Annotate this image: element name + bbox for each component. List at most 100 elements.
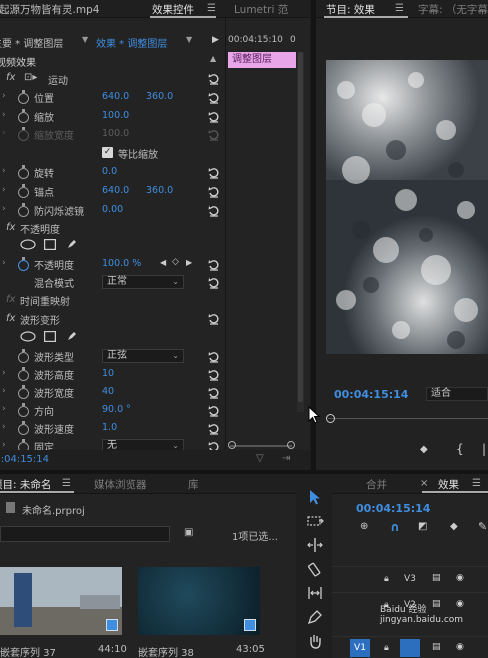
wave-speed-value[interactable]: 1.0 — [102, 422, 117, 433]
program-tab-menu-icon[interactable]: ☰ — [395, 3, 404, 14]
direction-value[interactable]: 90.0 ° — [102, 404, 131, 415]
tab-program[interactable]: 节目: 效果 — [326, 2, 375, 17]
uniform-scale-checkbox[interactable]: ✓ — [102, 147, 113, 158]
blend-mode-reset-icon[interactable] — [208, 277, 220, 289]
tab-effect-sequence[interactable]: 效果 — [438, 477, 459, 492]
tab-source[interactable]: 源：起源万物皆有灵.mp4 — [0, 2, 99, 17]
ellipse-mask-icon[interactable] — [20, 239, 36, 250]
track-lock-icon[interactable]: 🔒︎ — [384, 574, 389, 584]
opacity-expand-icon[interactable]: › — [2, 258, 6, 268]
fx-badge-motion[interactable]: fx — [6, 72, 15, 83]
timeline-timecode[interactable]: 00:04:15:14 — [356, 502, 430, 515]
rotation-stopwatch-icon[interactable] — [18, 165, 29, 179]
rotation-reset-icon[interactable] — [208, 167, 220, 179]
selection-tool-icon[interactable] — [306, 488, 324, 506]
anchor-stopwatch-icon[interactable] — [18, 184, 29, 198]
snap-icon[interactable]: ⊕ — [360, 521, 368, 532]
program-ruler[interactable] — [328, 418, 488, 419]
mini-timeline-scroll-thumb[interactable] — [298, 52, 303, 402]
wave-warp-reset-icon[interactable] — [208, 313, 220, 325]
marker-icon[interactable]: ◆ — [450, 521, 458, 532]
play-only-icon[interactable]: ▶ — [212, 35, 219, 45]
wave-type-reset-icon[interactable] — [208, 351, 220, 363]
timeline-tab-menu-icon[interactable]: ☰ — [472, 478, 481, 489]
scale-expand-icon[interactable]: › — [2, 110, 6, 120]
razor-tool-icon[interactable] — [306, 560, 324, 578]
project-tab-menu-icon[interactable]: ☰ — [62, 478, 71, 489]
motion-reset-icon[interactable] — [208, 73, 220, 85]
antiflicker-expand-icon[interactable]: › — [2, 204, 6, 214]
hand-tool-icon[interactable] — [306, 632, 324, 650]
track-eye-icon[interactable]: ◉ — [456, 642, 464, 652]
scale-stopwatch-icon[interactable] — [18, 109, 29, 123]
opacity-value[interactable]: 100.0 % — [102, 258, 141, 269]
anchor-reset-icon[interactable] — [208, 186, 220, 198]
wave-height-reset-icon[interactable] — [208, 369, 220, 381]
clip-thumbnail[interactable] — [138, 567, 260, 635]
wave-height-value[interactable]: 10 — [102, 368, 114, 379]
rotation-expand-icon[interactable]: › — [2, 166, 6, 176]
direction-stopwatch-icon[interactable] — [18, 403, 29, 417]
wrench-icon[interactable]: ✎ — [478, 520, 487, 533]
timeline-tab-close-icon[interactable]: × — [420, 478, 428, 489]
export-icon[interactable]: ⇥ — [282, 453, 290, 464]
clip-name[interactable]: 嵌套序列 37 — [0, 644, 56, 658]
pen-tool-icon[interactable] — [306, 608, 324, 626]
position-stopwatch-icon[interactable] — [18, 90, 29, 104]
mark-in-icon[interactable]: { — [456, 442, 464, 456]
wave-speed-reset-icon[interactable] — [208, 423, 220, 435]
wave-ellipse-mask-icon[interactable] — [20, 331, 36, 342]
zoom-handle-right[interactable] — [287, 441, 295, 449]
slip-tool-icon[interactable] — [306, 584, 324, 602]
prev-keyframe-icon[interactable]: ◀ — [160, 258, 166, 267]
antiflicker-stopwatch-icon[interactable] — [18, 203, 29, 217]
program-playhead[interactable] — [326, 414, 335, 423]
pen-mask-icon[interactable] — [66, 238, 78, 250]
opacity-stopwatch-icon[interactable] — [18, 257, 29, 271]
wave-pen-mask-icon[interactable] — [66, 330, 78, 342]
tab-project[interactable]: 项目: 未命名 — [0, 477, 51, 492]
position-y-value[interactable]: 360.0 — [146, 91, 173, 102]
direction-reset-icon[interactable] — [208, 405, 220, 417]
zoom-handle-left[interactable] — [228, 441, 236, 449]
tab-menu-icon[interactable]: ☰ — [207, 3, 216, 14]
fx-badge-wave-warp[interactable]: fx — [6, 313, 15, 324]
scale-value[interactable]: 100.0 — [102, 110, 129, 121]
effect-controls-timecode[interactable]: 00:04:15:14 — [0, 454, 49, 465]
scale-reset-icon[interactable] — [208, 111, 220, 123]
clip-name[interactable]: 嵌套序列 38 — [138, 644, 194, 658]
blend-mode-select[interactable]: 正常 ⌄ — [102, 275, 184, 289]
add-marker-timeline-icon[interactable]: ◩ — [418, 521, 427, 532]
wave-speed-expand-icon[interactable]: › — [2, 422, 6, 432]
anchor-x-value[interactable]: 640.0 — [102, 185, 129, 196]
track-eye-icon[interactable]: ◉ — [456, 573, 464, 583]
wave-type-stopwatch-icon[interactable] — [18, 349, 29, 363]
fit-select[interactable]: 适合 — [426, 387, 488, 401]
position-x-value[interactable]: 640.0 — [102, 91, 129, 102]
anchor-expand-icon[interactable]: › — [2, 185, 6, 195]
track-select-tool-icon[interactable] — [306, 512, 324, 530]
tab-library[interactable]: 库 — [188, 477, 199, 492]
tab-merge[interactable]: 合并 — [366, 477, 387, 492]
antiflicker-value[interactable]: 0.00 — [102, 204, 123, 215]
add-keyframe-icon[interactable]: ◇ — [172, 257, 179, 267]
wave-width-expand-icon[interactable]: › — [2, 386, 6, 396]
fx-badge-opacity[interactable]: fx — [6, 222, 15, 233]
wave-speed-stopwatch-icon[interactable] — [18, 421, 29, 435]
wave-width-stopwatch-icon[interactable] — [18, 385, 29, 399]
new-bin-icon[interactable]: ▣ — [184, 527, 193, 538]
track-sync-icon[interactable]: ▤ — [432, 642, 441, 652]
wave-width-value[interactable]: 40 — [102, 386, 114, 397]
next-keyframe-icon[interactable]: ▶ — [186, 258, 192, 267]
wave-rectangle-mask-icon[interactable] — [44, 331, 56, 342]
breadcrumb-seq-dropdown-icon[interactable]: ▼ — [186, 35, 192, 44]
tab-lumetri[interactable]: Lumetri 范 — [234, 2, 288, 17]
wave-height-stopwatch-icon[interactable] — [18, 367, 29, 381]
tab-media-browser[interactable]: 媒体浏览器 — [94, 477, 147, 492]
track-sync-icon[interactable]: ▤ — [432, 573, 441, 583]
tab-captions[interactable]: 字幕: （无字幕 — [418, 2, 488, 17]
motion-transform-icon[interactable]: ⊡▸ — [24, 72, 37, 83]
anchor-y-value[interactable]: 360.0 — [146, 185, 173, 196]
breadcrumb-master[interactable]: 主要 * 调整图层 — [0, 35, 63, 50]
direction-expand-icon[interactable]: › — [2, 404, 6, 414]
